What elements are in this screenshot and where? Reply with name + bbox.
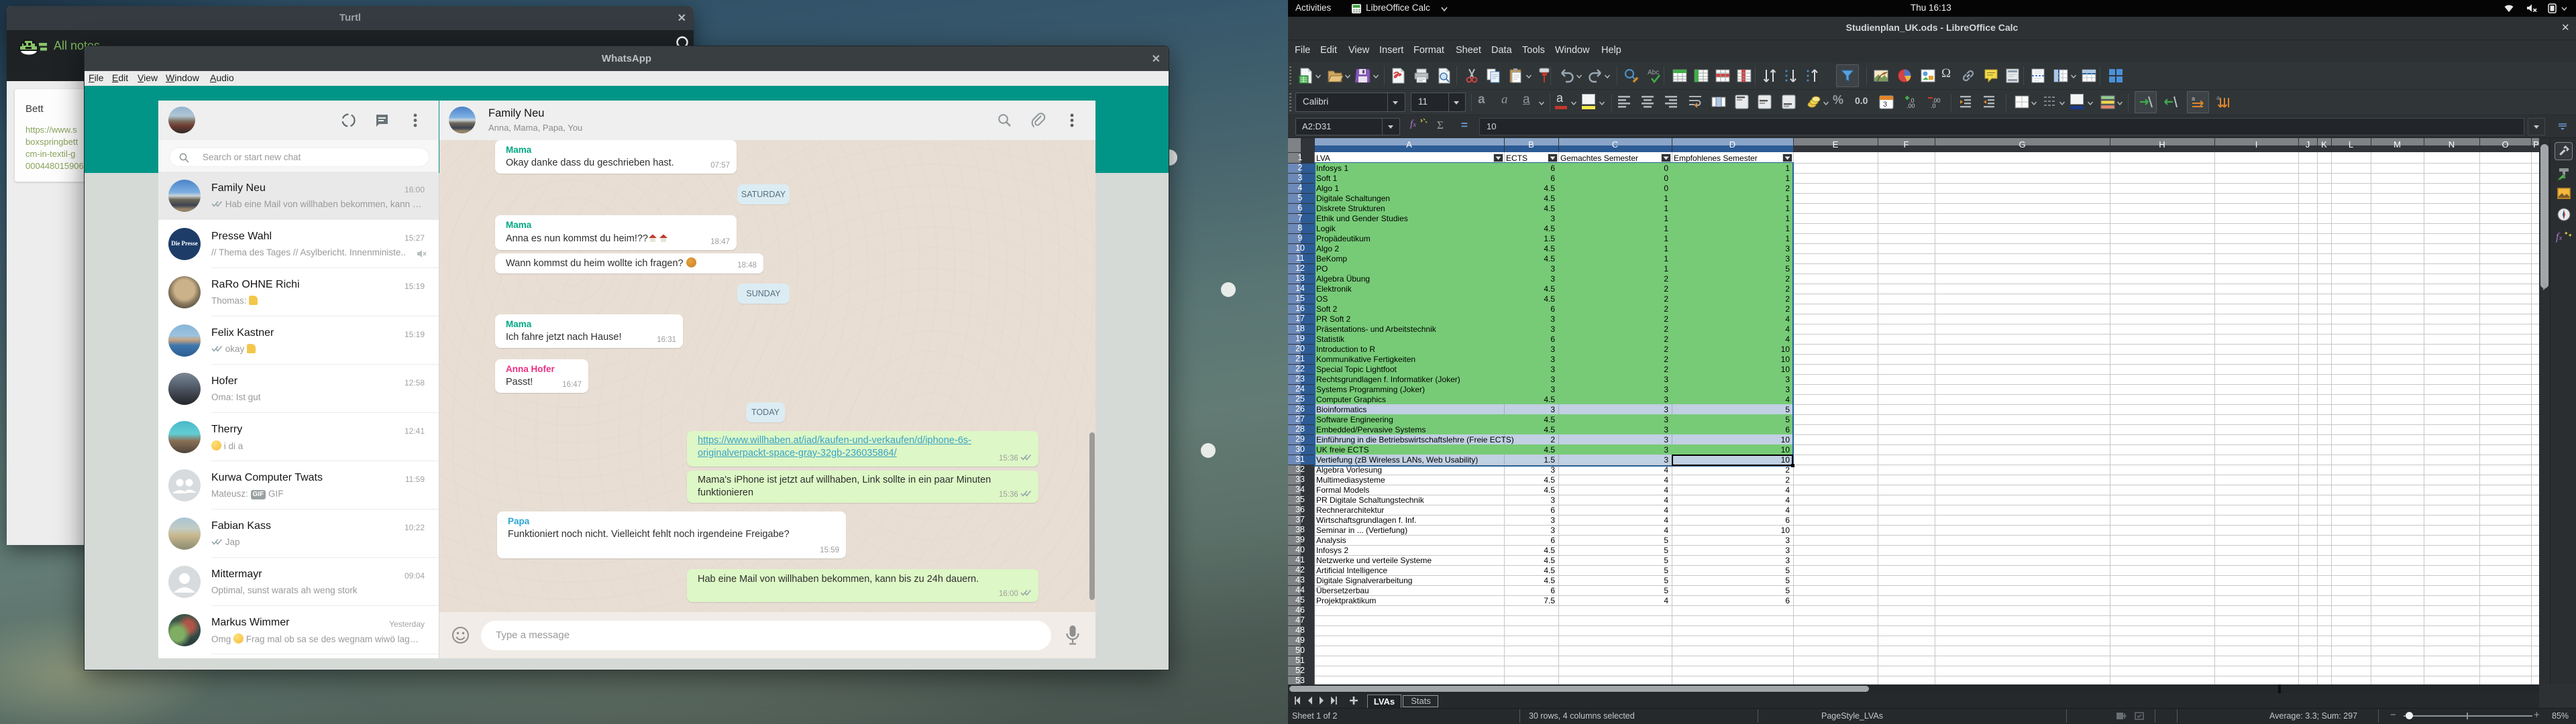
svg-text:3: 3: [1883, 101, 1887, 109]
svg-text:.00: .00: [1907, 103, 1915, 109]
svg-text:a: a: [2192, 95, 2195, 102]
svg-text:a: a: [2216, 95, 2220, 101]
svg-text:Abc: Abc: [1648, 69, 1659, 76]
svg-text:.0: .0: [1931, 103, 1936, 109]
